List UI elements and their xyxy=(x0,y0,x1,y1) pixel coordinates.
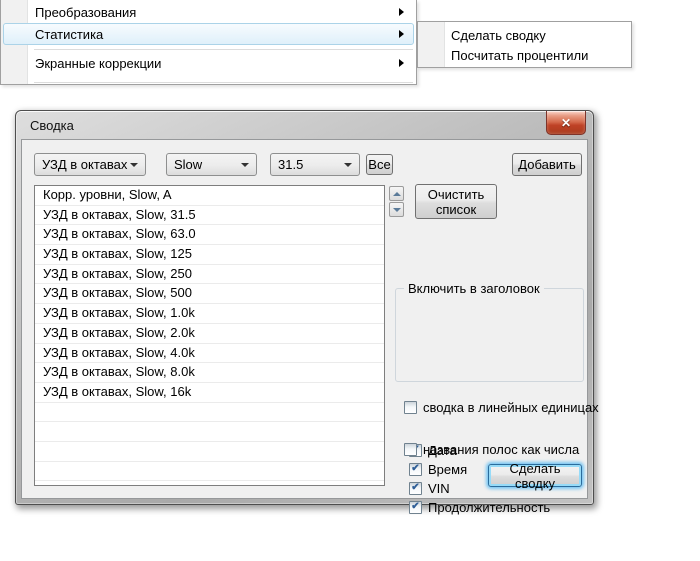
context-menu: Преобразования Статистика Экранные корре… xyxy=(0,0,417,85)
checkbox-unchecked-icon xyxy=(404,443,417,456)
list-item[interactable]: УЗД в октавах, Slow, 250 xyxy=(35,265,384,285)
combobox-value: Slow xyxy=(174,157,202,172)
checkbox-label: сводка в линейных единицах xyxy=(423,400,599,415)
checkbox-checked-icon: ✔ xyxy=(409,501,422,514)
group-label: Включить в заголовок xyxy=(404,281,544,296)
list-item[interactable]: УЗД в октавах, Slow, 63.0 xyxy=(35,225,384,245)
time-weighting-combobox[interactable]: Slow xyxy=(166,153,257,176)
checkbox-duration[interactable]: ✔ Продолжительность xyxy=(409,500,550,514)
list-item[interactable]: УЗД в октавах, Slow, 2.0k xyxy=(35,324,384,344)
list-item[interactable]: Корр. уровни, Slow, A xyxy=(35,186,384,206)
checkbox-vin[interactable]: ✔ VIN xyxy=(409,481,450,495)
list-item[interactable]: УЗД в октавах, Slow, 125 xyxy=(35,245,384,265)
list-item[interactable]: УЗД в октавах, Slow, 31.5 xyxy=(35,206,384,226)
button-label: Сделать сводку xyxy=(489,461,581,491)
submenu-arrow-icon xyxy=(399,59,404,67)
submenu-item-make-summary[interactable]: Сделать сводку xyxy=(420,25,629,45)
menu-separator xyxy=(34,49,413,50)
checkbox-linear-units[interactable]: сводка в линейных единицах xyxy=(404,400,599,414)
menu-item-transformations[interactable]: Преобразования xyxy=(3,1,414,23)
checkbox-checked-icon: ✔ xyxy=(409,463,422,476)
close-icon: ✕ xyxy=(561,116,571,130)
chevron-down-icon xyxy=(241,163,249,167)
chevron-down-icon xyxy=(130,163,138,167)
move-item-up-button[interactable] xyxy=(389,186,404,201)
checkbox-label: Время xyxy=(428,462,467,477)
list-row-empty xyxy=(35,481,384,486)
checkbox-label: названия полос как числа xyxy=(423,442,579,457)
chevron-down-icon xyxy=(344,163,352,167)
list-item[interactable]: УЗД в октавах, Slow, 8.0k xyxy=(35,363,384,383)
checkbox-checked-icon: ✔ xyxy=(409,482,422,495)
include-in-header-group: Включить в заголовок xyxy=(395,288,584,382)
arrow-up-icon xyxy=(393,192,401,196)
submenu-item-label: Посчитать процентили xyxy=(451,48,588,63)
menu-separator xyxy=(34,82,413,83)
checkbox-time[interactable]: ✔ Время xyxy=(409,462,467,476)
move-item-down-button[interactable] xyxy=(389,202,404,217)
submenu-arrow-icon xyxy=(399,8,404,16)
list-item[interactable]: УЗД в октавах, Slow, 1.0k xyxy=(35,304,384,324)
screen: Преобразования Статистика Экранные корре… xyxy=(0,0,700,561)
menu-item-label: Преобразования xyxy=(35,5,136,20)
combobox-value: УЗД в октавах xyxy=(42,157,127,172)
menu-item-statistics[interactable]: Статистика xyxy=(3,23,414,45)
list-row-empty xyxy=(35,442,384,462)
menu-item-label: Экранные коррекции xyxy=(35,56,161,71)
list-row-empty xyxy=(35,462,384,482)
checkbox-label: VIN xyxy=(428,481,450,496)
statistics-submenu: Сделать сводку Посчитать процентили xyxy=(417,21,632,68)
list-item[interactable]: УЗД в октавах, Slow, 4.0k xyxy=(35,344,384,364)
make-summary-button[interactable]: Сделать сводку xyxy=(488,464,582,487)
dialog-client-area: УЗД в октавах Slow 31.5 Все Добавить Кор… xyxy=(21,139,588,499)
combobox-value: 31.5 xyxy=(278,157,303,172)
list-item[interactable]: УЗД в октавах, Slow, 16k xyxy=(35,383,384,403)
clear-list-button[interactable]: Очистить список xyxy=(415,184,497,219)
list-row-empty xyxy=(35,403,384,423)
submenu-item-label: Сделать сводку xyxy=(451,28,546,43)
button-label: Добавить xyxy=(518,157,575,172)
arrow-down-icon xyxy=(393,208,401,212)
summary-items-listbox[interactable]: Корр. уровни, Slow, A УЗД в октавах, Slo… xyxy=(34,185,385,486)
button-label: Очистить список xyxy=(420,187,492,217)
checkbox-label: Продолжительность xyxy=(428,500,550,515)
add-button[interactable]: Добавить xyxy=(512,153,582,176)
measurement-combobox[interactable]: УЗД в октавах xyxy=(34,153,146,176)
close-button[interactable]: ✕ xyxy=(546,111,586,135)
summary-dialog: Сводка ✕ УЗД в октавах Slow 31.5 Все xyxy=(15,110,594,505)
checkbox-unchecked-icon xyxy=(404,401,417,414)
dialog-titlebar[interactable]: Сводка ✕ xyxy=(16,111,593,139)
submenu-item-calc-percentiles[interactable]: Посчитать процентили xyxy=(420,45,629,65)
menu-item-screen-corrections[interactable]: Экранные коррекции xyxy=(3,52,414,74)
list-row-empty xyxy=(35,422,384,442)
band-combobox[interactable]: 31.5 xyxy=(270,153,360,176)
button-label: Все xyxy=(368,157,390,172)
all-button[interactable]: Все xyxy=(366,154,393,175)
dialog-title: Сводка xyxy=(30,118,74,133)
list-item[interactable]: УЗД в октавах, Slow, 500 xyxy=(35,284,384,304)
menu-item-label: Статистика xyxy=(35,27,103,42)
checkbox-band-names-as-numbers[interactable]: названия полос как числа xyxy=(404,442,579,456)
submenu-arrow-icon xyxy=(399,30,404,38)
